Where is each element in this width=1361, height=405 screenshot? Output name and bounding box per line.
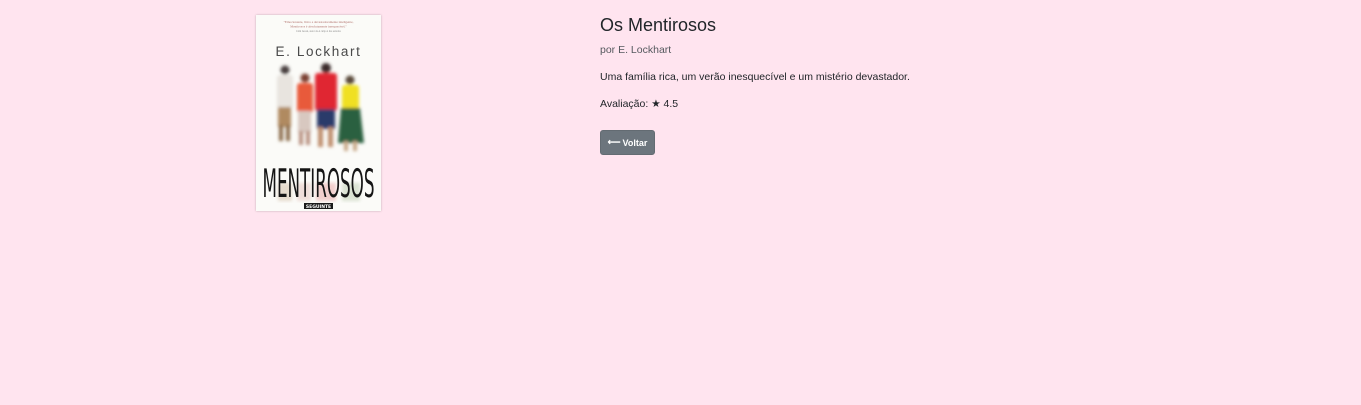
cover-author: E. Lockhart (276, 44, 362, 59)
book-description: Uma família rica, um verão inesquecível … (600, 71, 910, 83)
star-icon: ★ (651, 98, 661, 110)
rating-label: Avaliação: (600, 98, 649, 110)
rating-value: 4.5 (663, 98, 679, 110)
book-cover-art: "Emocionante, lírico e devastadoramente … (256, 15, 381, 211)
book-cover: "Emocionante, lírico e devastadoramente … (256, 15, 381, 211)
book-title: Os Mentirosos (600, 15, 717, 35)
book-rating: Avaliação: ★ 4.5 (600, 98, 1300, 111)
book-details: Os Mentirosos por E. Lockhart Uma famíli… (600, 14, 1300, 155)
cover-quote-line-2: Mentirosos é absolutamente inesquecível.… (290, 25, 347, 29)
arrow-left-icon: ⟵ (607, 137, 621, 147)
back-button-label: Voltar (622, 137, 648, 148)
book-author: por E. Lockhart (600, 44, 672, 56)
cover-quote-line-3: John Green, autor de A culpa é das estre… (296, 30, 340, 33)
cover-title: MENTIROSOS (263, 161, 375, 206)
cover-publisher: SEGUINTE (306, 204, 331, 210)
back-button[interactable]: ⟵ Voltar (600, 130, 655, 155)
